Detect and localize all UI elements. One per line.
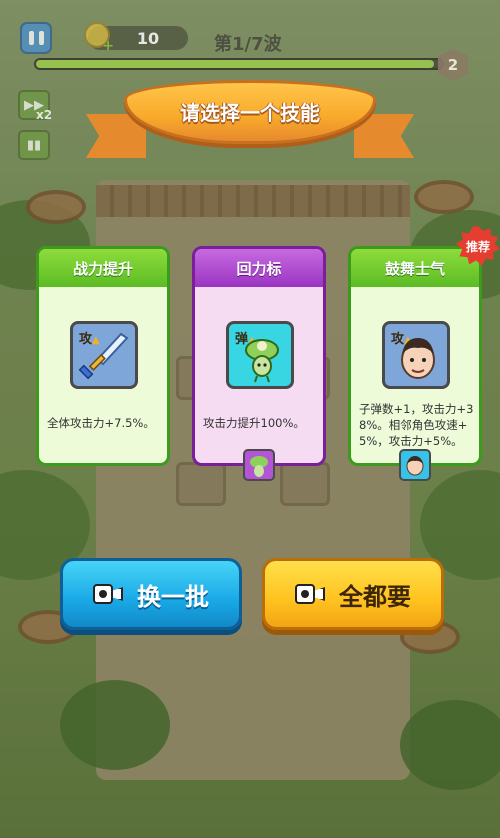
pause-button[interactable] [20, 22, 52, 54]
skill-card-title: 战力提升 [39, 249, 167, 287]
skill-card-title: 回力标 [195, 249, 323, 287]
bar-chart-icon: ▮▮ [26, 137, 42, 153]
skill-card-title: 鼓舞士气 [351, 249, 479, 287]
title-ribbon: 请选择一个技能 [86, 80, 414, 176]
dialog-title: 请选择一个技能 [180, 101, 320, 125]
video-ad-icon [295, 582, 325, 606]
skill-card-power-boost[interactable]: 战力提升 攻▲ 全体攻击力+7.5%。 [36, 246, 170, 466]
skill-card-boomerang[interactable]: 回力标 弹▲ 攻击力提升100%。 [192, 246, 326, 481]
wave-label: 第1/7波 [214, 34, 282, 55]
refresh-label: 换一批 [137, 582, 209, 611]
skill-description: 全体攻击力+7.5%。 [47, 416, 155, 430]
skill-card-morale-boost[interactable]: 鼓舞士气 攻▲ 子弹数+1，攻击力+38%。相邻角色攻速+5%，攻击力+5%。 [348, 246, 482, 481]
take-all-skills-button[interactable]: 全都要 [262, 558, 444, 630]
stats-button[interactable]: ▮▮ [18, 130, 50, 160]
skill-description: 子弹数+1，攻击力+38%。相邻角色攻速+5%，攻击力+5%。 [359, 402, 474, 448]
speed-multiplier: x2 [36, 108, 53, 122]
refresh-skills-button[interactable]: 换一批 [60, 558, 242, 630]
take-all-label: 全都要 [339, 582, 411, 611]
skill-description: 攻击力提升100%。 [203, 416, 305, 430]
boy-face-icon: 攻▲ [382, 321, 450, 389]
video-ad-icon [93, 582, 123, 606]
plant-creature-icon: 弹▲ [226, 321, 294, 389]
boy-face-mini-icon [399, 449, 431, 481]
sword-icon: 攻▲ [70, 321, 138, 389]
pause-icon [28, 31, 34, 45]
wave-progress-bar [34, 58, 444, 70]
plant-creature-mini-icon [243, 449, 275, 481]
coin-value: 10 [136, 29, 160, 48]
wave-progress-fill [36, 60, 434, 68]
sun-coin-icon [84, 22, 114, 54]
